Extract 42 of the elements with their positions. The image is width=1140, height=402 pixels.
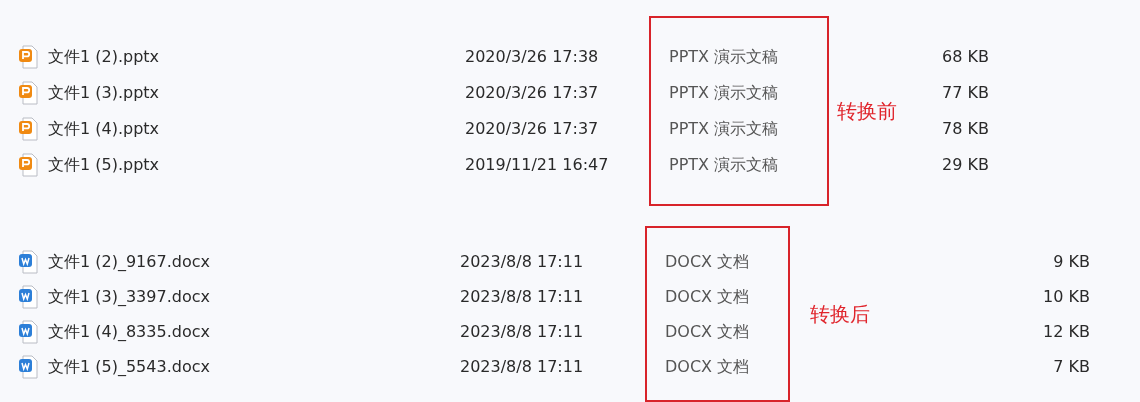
file-size: 68 KB [942, 46, 989, 68]
file-date: 2023/8/8 17:11 [460, 320, 584, 343]
file-type: DOCX 文档 [665, 285, 750, 308]
presentation-file-icon [18, 45, 38, 69]
file-name: 文件1 (3)_3397.docx [48, 285, 210, 308]
file-date: 2023/8/8 17:11 [460, 355, 584, 378]
file-type: DOCX 文档 [665, 320, 750, 343]
file-type: PPTX 演示文稿 [669, 46, 779, 68]
file-size: 10 KB [1043, 285, 1090, 308]
file-size: 7 KB [1053, 355, 1090, 378]
file-type: PPTX 演示文稿 [669, 82, 779, 104]
file-name: 文件1 (3).pptx [48, 82, 160, 104]
file-type: DOCX 文档 [665, 250, 750, 273]
annotation-label: 转换前 [837, 98, 898, 125]
file-date: 2019/11/21 16:47 [465, 154, 609, 176]
document-file-icon [18, 354, 38, 379]
file-type: DOCX 文档 [665, 355, 750, 378]
file-size: 12 KB [1043, 320, 1090, 343]
file-date: 2023/8/8 17:11 [460, 285, 584, 308]
file-date: 2023/8/8 17:11 [460, 250, 584, 273]
file-name: 文件1 (4)_8335.docx [48, 320, 210, 343]
presentation-file-icon [18, 153, 38, 177]
file-date: 2020/3/26 17:37 [465, 118, 599, 140]
file-type: PPTX 演示文稿 [669, 154, 779, 176]
file-size: 29 KB [942, 154, 989, 176]
annotation-label: 转换后 [810, 301, 871, 328]
file-name: 文件1 (2).pptx [48, 46, 160, 68]
file-size: 9 KB [1053, 250, 1090, 273]
file-name: 文件1 (5)_5543.docx [48, 355, 210, 378]
document-file-icon [18, 284, 38, 309]
file-type: PPTX 演示文稿 [669, 118, 779, 140]
file-name: 文件1 (5).pptx [48, 154, 160, 176]
file-date: 2020/3/26 17:38 [465, 46, 599, 68]
document-file-icon [18, 249, 38, 274]
file-size: 78 KB [942, 118, 989, 140]
document-file-icon [18, 319, 38, 344]
file-name: 文件1 (4).pptx [48, 118, 160, 140]
presentation-file-icon [18, 81, 38, 105]
presentation-file-icon [18, 117, 38, 141]
file-size: 77 KB [942, 82, 989, 104]
file-name: 文件1 (2)_9167.docx [48, 250, 210, 273]
file-date: 2020/3/26 17:37 [465, 82, 599, 104]
